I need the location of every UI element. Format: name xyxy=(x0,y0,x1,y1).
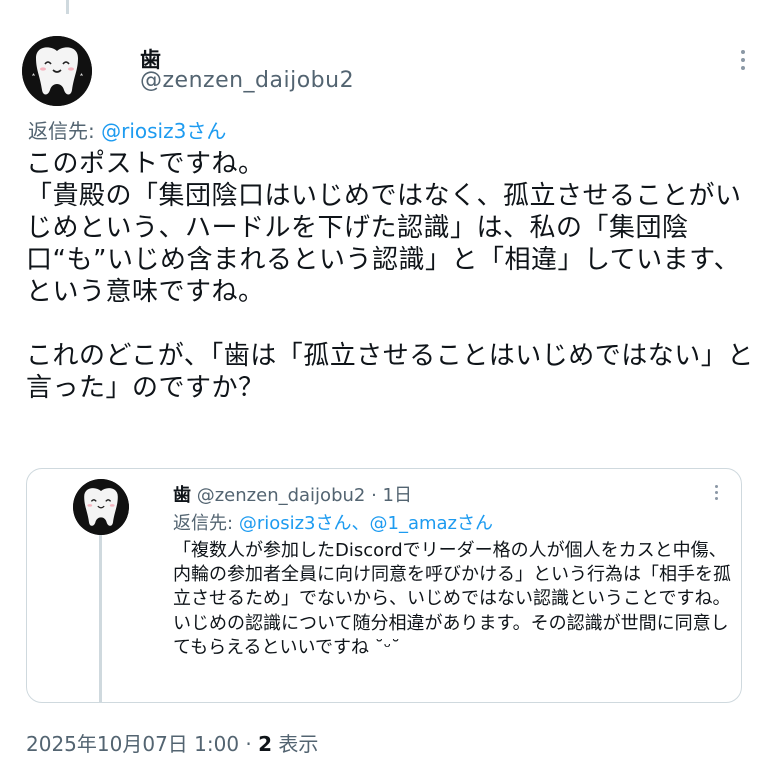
post-body-text: このポストですね。 「貴殿の「集団陰口はいじめではなく、孤立させることがいじめと… xyxy=(26,149,754,403)
quoted-post-card[interactable]: 歯 @zenzen_daijobu2 · 1日 返信先: @riosiz3さん、… xyxy=(26,468,742,703)
more-options-icon[interactable] xyxy=(713,485,719,505)
quoted-post-header: 歯 @zenzen_daijobu2 · 1日 xyxy=(173,481,412,507)
quoted-reply-to-mentions[interactable]: @riosiz3さん、@1_amazさん xyxy=(239,513,493,534)
more-options-icon[interactable] xyxy=(739,50,747,74)
previous-post-action-bar xyxy=(0,0,767,2)
tooth-avatar-icon[interactable] xyxy=(22,36,92,106)
quoted-author-display-name[interactable]: 歯 xyxy=(173,485,191,506)
reply-to-mention-link[interactable]: @riosiz3さん xyxy=(101,119,226,143)
views-count: 2 xyxy=(258,732,273,756)
reply-to-line: 返信先: @riosiz3さん xyxy=(28,115,226,144)
views-label: 表示 xyxy=(278,732,319,756)
author-handle[interactable]: @zenzen_daijobu2 xyxy=(140,68,354,93)
quoted-author-handle[interactable]: @zenzen_daijobu2 xyxy=(197,485,366,506)
quoted-reply-to-label: 返信先: xyxy=(173,513,234,534)
post-metadata: 2025年10月07日 1:00 · 2 表示 xyxy=(26,728,318,757)
quoted-reply-to-line: 返信先: @riosiz3さん、@1_amazさん xyxy=(173,509,493,535)
quoted-post-time[interactable]: · 1日 xyxy=(371,485,412,506)
quoted-thread-connector xyxy=(99,535,102,702)
post-timestamp[interactable]: 2025年10月07日 1:00 · xyxy=(26,732,252,756)
reply-to-label: 返信先: xyxy=(28,119,95,143)
post-header: 歯 @zenzen_daijobu2 xyxy=(22,36,747,116)
thread-connector xyxy=(66,0,69,14)
quoted-post-body-text: 「複数人が参加したDiscordでリーダー格の人が個人をカスと中傷、内輪の参加者… xyxy=(173,540,731,658)
tooth-avatar-icon[interactable] xyxy=(73,479,129,535)
